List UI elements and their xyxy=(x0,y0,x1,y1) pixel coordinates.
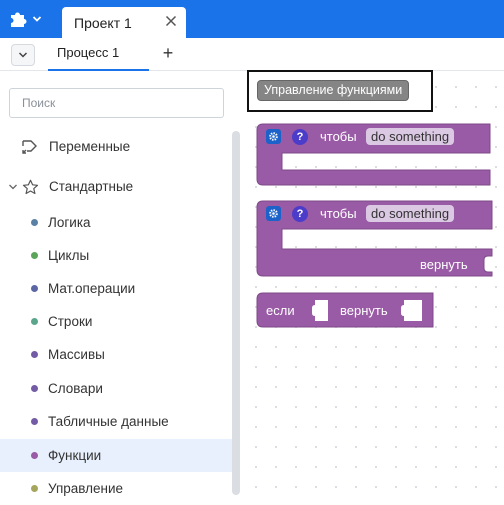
input-socket[interactable] xyxy=(486,258,492,270)
gear-icon[interactable] xyxy=(266,129,281,144)
procedure-keyword: чтобы xyxy=(320,206,357,221)
help-icon[interactable]: ? xyxy=(292,129,308,145)
gear-glyph xyxy=(269,209,278,218)
procedure-name-field[interactable]: do something xyxy=(366,128,455,145)
input-socket[interactable] xyxy=(401,300,422,321)
procedure-keyword: чтобы xyxy=(320,129,357,144)
gear-icon[interactable] xyxy=(266,206,281,221)
help-icon[interactable]: ? xyxy=(292,206,308,222)
procedure-name-field[interactable]: do something xyxy=(366,205,455,222)
if-label: если xyxy=(266,303,295,318)
block-shapes xyxy=(256,123,493,328)
return-label: вернуть xyxy=(340,303,388,318)
gear-glyph xyxy=(269,132,278,141)
return-label: вернуть xyxy=(420,257,468,272)
